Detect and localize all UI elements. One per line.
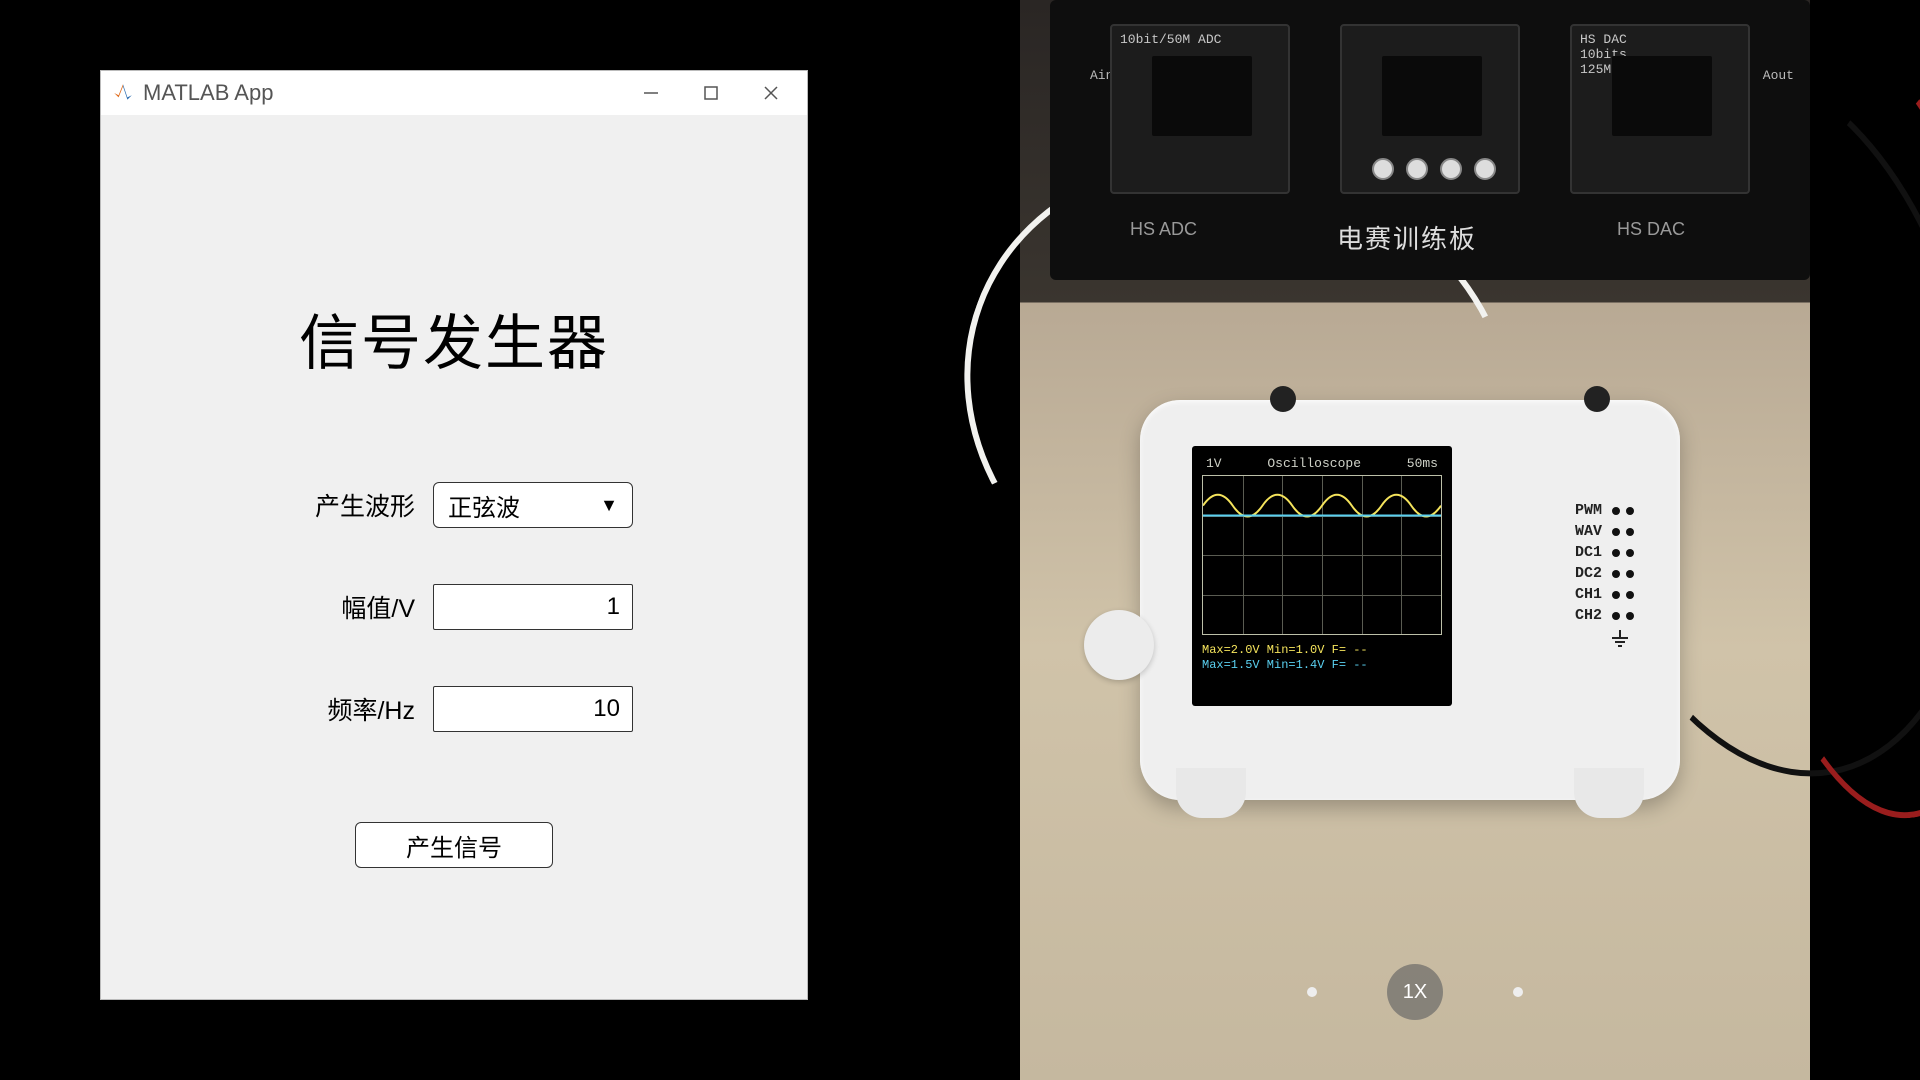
sine-wave-icon: [1203, 476, 1441, 634]
frequency-label: 频率/Hz: [275, 691, 415, 727]
app-heading: 信号发生器: [299, 295, 609, 382]
pin-pwm: PWM: [1575, 500, 1602, 521]
amplitude-label: 幅值/V: [275, 589, 415, 625]
ground-icon: [1575, 630, 1634, 650]
generate-button[interactable]: 产生信号: [355, 822, 553, 868]
scope-tdiv: 50ms: [1407, 456, 1438, 471]
minimize-button[interactable]: [621, 71, 681, 115]
amplitude-input[interactable]: [433, 584, 633, 630]
pin-wav: WAV: [1575, 521, 1602, 542]
aout-label: Aout: [1763, 68, 1794, 83]
scope-readouts: Max=2.0V Min=1.0V F= -- Max=1.5V Min=1.4…: [1202, 643, 1442, 673]
waveform-dropdown[interactable]: 正弦波 ▼: [433, 482, 633, 528]
scope-ch2-readout: Max=1.5V Min=1.4V F= --: [1202, 658, 1442, 673]
center-module: [1340, 24, 1520, 194]
pin-dc2: DC2: [1575, 563, 1602, 584]
scope-top-connector-2: [1584, 386, 1610, 412]
pin-ch2: CH2: [1575, 605, 1602, 626]
board-title: 电赛训练板: [1337, 219, 1477, 256]
adc-module-label: 10bit/50M ADC: [1120, 32, 1221, 47]
frequency-input[interactable]: [433, 686, 633, 732]
pin-dc1: DC1: [1575, 542, 1602, 563]
window-title: MATLAB App: [143, 80, 273, 106]
waveform-value: 正弦波: [448, 488, 600, 523]
scope-grid: [1202, 475, 1442, 635]
matlab-icon: [111, 81, 135, 105]
zoom-option-tele[interactable]: [1513, 987, 1523, 997]
oscilloscope-device: 1V Oscilloscope 50ms Max=2.0V Min=1: [1140, 400, 1680, 800]
chevron-down-icon: ▼: [600, 495, 618, 516]
zoom-current[interactable]: 1X: [1387, 964, 1443, 1020]
scope-title: Oscilloscope: [1267, 456, 1361, 471]
generate-button-label: 产生信号: [406, 828, 502, 863]
matlab-app-window: MATLAB App 信号发生器 产生波形 正弦波 ▼: [100, 70, 808, 1000]
hs-dac-label: HS DAC: [1617, 219, 1685, 256]
app-body: 信号发生器 产生波形 正弦波 ▼ 幅值/V 频率/Hz 产生信号: [101, 115, 807, 928]
scope-pin-legend: PWM WAV DC1 DC2 CH1 CH2: [1575, 500, 1634, 650]
hardware-photo-panel: Ain Aout 10bit/50M ADC HS DAC 10bits 125…: [1020, 0, 1810, 1080]
hs-adc-label: HS ADC: [1130, 219, 1197, 256]
scope-top-connector-1: [1270, 386, 1296, 412]
maximize-button[interactable]: [681, 71, 741, 115]
camera-zoom-controls: 1X: [1307, 964, 1523, 1020]
scope-ch1-readout: Max=2.0V Min=1.0V F= --: [1202, 643, 1442, 658]
zoom-option-wide[interactable]: [1307, 987, 1317, 997]
waveform-label: 产生波形: [275, 487, 415, 523]
training-board: Ain Aout 10bit/50M ADC HS DAC 10bits 125…: [1050, 0, 1810, 280]
close-button[interactable]: [741, 71, 801, 115]
pin-ch1: CH1: [1575, 584, 1602, 605]
scope-knob: [1084, 610, 1154, 680]
adc-module: 10bit/50M ADC: [1110, 24, 1290, 194]
window-titlebar[interactable]: MATLAB App: [101, 71, 807, 115]
scope-screen: 1V Oscilloscope 50ms Max=2.0V Min=1: [1192, 446, 1452, 706]
scope-vdiv: 1V: [1206, 456, 1222, 471]
dac-module: HS DAC 10bits 125Msps: [1570, 24, 1750, 194]
